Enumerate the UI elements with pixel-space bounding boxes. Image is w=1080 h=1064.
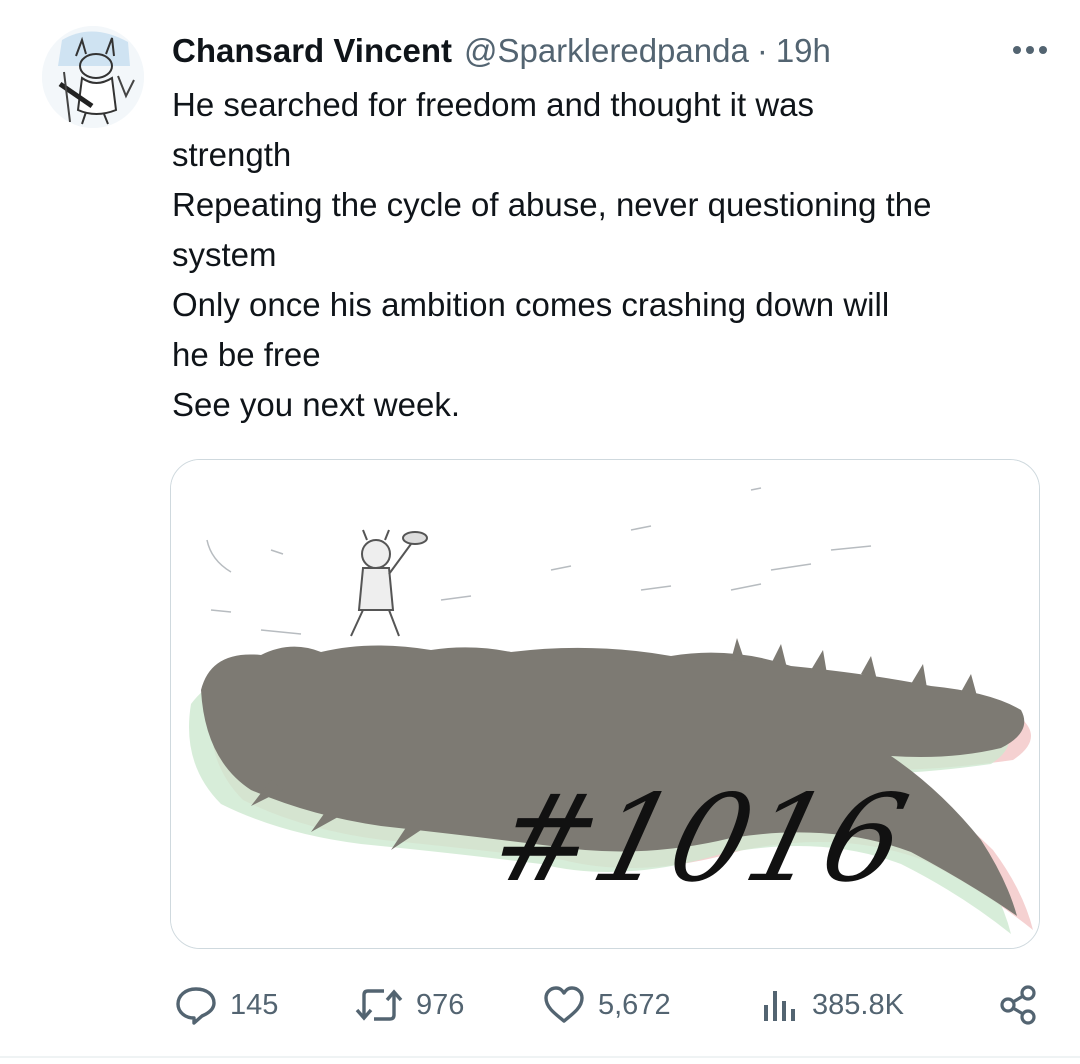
more-horizontal-icon[interactable]	[1010, 30, 1050, 70]
tweet-text: He searched for freedom and thought it w…	[172, 80, 1052, 430]
share-icon	[1000, 985, 1036, 1025]
retweet-button[interactable]: 976	[354, 980, 464, 1030]
like-button[interactable]: 5,672	[542, 980, 671, 1030]
retweet-count: 976	[416, 988, 465, 1021]
tweet-text-line: See you next week.	[172, 386, 461, 423]
media-art-number: #1016	[479, 769, 920, 909]
reply-count: 145	[230, 988, 279, 1021]
tweet-media-image[interactable]: #1016	[170, 459, 1040, 949]
tweet-timestamp[interactable]: 19h	[776, 32, 831, 70]
media-illustration: #1016	[171, 460, 1039, 948]
views-count: 385.8K	[812, 988, 904, 1021]
tweet-text-line: he be free	[172, 336, 321, 373]
tweet-text-line: He searched for freedom and thought it w…	[172, 86, 815, 123]
tweet-text-line: system	[172, 236, 277, 273]
tweet-text-line: strength	[172, 136, 292, 173]
reply-button[interactable]: 145	[174, 980, 278, 1030]
tweet-action-bar: 145 976 5,672 385.8K	[170, 980, 1040, 1030]
views-bar-chart-icon	[764, 991, 795, 1021]
avatar-drawing	[42, 26, 144, 128]
tweet-header: Chansard Vincent @Sparkleredpanda · 19h	[172, 26, 1050, 76]
tweet-text-line: Only once his ambition comes crashing do…	[172, 286, 890, 323]
share-button[interactable]	[998, 980, 1038, 1030]
tweet-text-line: Repeating the cycle of abuse, never ques…	[172, 186, 932, 223]
separator-dot: ·	[756, 32, 768, 69]
author-name[interactable]: Chansard Vincent	[172, 32, 452, 70]
heart-icon	[544, 986, 584, 1023]
retweet-icon	[355, 989, 403, 1021]
like-count: 5,672	[598, 988, 671, 1021]
views-button[interactable]: 385.8K	[760, 980, 904, 1030]
tweet-divider	[0, 1056, 1080, 1058]
author-avatar[interactable]	[42, 26, 144, 128]
reply-icon	[176, 987, 216, 1025]
author-handle[interactable]: @Sparkleredpanda	[464, 32, 749, 70]
